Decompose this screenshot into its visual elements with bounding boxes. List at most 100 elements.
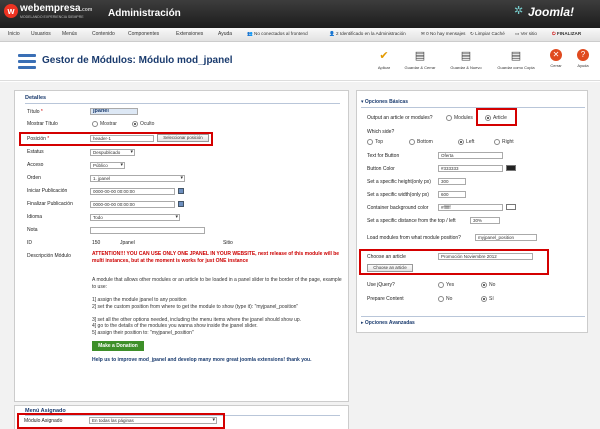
- distance-label: Set a specific distance from the top / l…: [367, 218, 456, 224]
- jquery-option-no: No: [489, 282, 496, 288]
- save-copy-icon: ▤: [510, 50, 522, 62]
- width-input[interactable]: 600: [438, 191, 466, 198]
- save-copy-button[interactable]: ▤ Guardar como Copia: [496, 49, 536, 70]
- description-intro: A module that allows other modules or an…: [92, 277, 342, 290]
- admin-header: w webempresa.com MODELANDO EXPERIENCIA S…: [0, 0, 600, 28]
- load-modules-label: Load modules from what module position?: [367, 235, 461, 241]
- prepare-radio-yes[interactable]: [481, 296, 487, 302]
- logo-tagline: MODELANDO EXPERIENCIA SIEMPRE: [20, 15, 84, 19]
- side-radio-top[interactable]: [367, 139, 373, 145]
- language-select[interactable]: Todo: [90, 214, 180, 221]
- module-assignment-select[interactable]: En todas las páginas: [89, 417, 217, 424]
- jquery-radio-yes[interactable]: [438, 282, 444, 288]
- select-position-button[interactable]: Seleccionar posición: [157, 134, 209, 142]
- details-divider: [25, 103, 340, 104]
- access-label: Acceso: [27, 162, 44, 168]
- menu-item-menus[interactable]: Menús: [62, 31, 77, 37]
- users-icon: 👥: [247, 31, 253, 36]
- distance-input[interactable]: 30%: [470, 217, 500, 224]
- position-input[interactable]: header-1: [90, 135, 154, 142]
- which-side-label: Which side?: [367, 129, 395, 135]
- apply-button[interactable]: ✔ Aplicar: [364, 49, 404, 70]
- load-modules-input[interactable]: myjpanel_position: [475, 234, 537, 241]
- show-title-option-hide: Oculto: [140, 121, 155, 127]
- status-frontend: 👥 No conectados al frontend: [247, 31, 308, 36]
- client-site: Sitio: [223, 240, 233, 246]
- donate-button[interactable]: Make a Donation: [92, 341, 144, 351]
- choose-article-input[interactable]: Promoción Noviembre 2012: [438, 253, 533, 260]
- refresh-icon: ↻: [470, 31, 474, 36]
- module-assignment-label: Módulo Asignado: [24, 418, 63, 424]
- view-site-link[interactable]: ▭ Ver sitio: [515, 31, 537, 37]
- save-close-button[interactable]: ▤ Guardar & Cerrar: [400, 49, 440, 70]
- module-name: Jpanel: [120, 240, 135, 246]
- menu-item-usuarios[interactable]: Usuarios: [31, 31, 51, 37]
- note-input[interactable]: [90, 227, 205, 234]
- menu-item-componentes[interactable]: Componentes: [128, 31, 159, 37]
- save-icon: ▤: [414, 50, 426, 62]
- button-color-swatch[interactable]: [506, 165, 516, 171]
- output-option-modules: Modules: [454, 115, 473, 121]
- height-input[interactable]: 300: [438, 178, 466, 185]
- menu-item-ayuda[interactable]: Ayuda: [218, 31, 232, 37]
- button-text-input[interactable]: Oferta: [438, 152, 503, 159]
- user-icon: 👤: [329, 31, 335, 36]
- output-option-article: Article: [493, 115, 507, 121]
- show-title-radio-show[interactable]: [92, 121, 98, 127]
- output-radio-article[interactable]: [485, 115, 491, 121]
- menu-item-extensiones[interactable]: Extensiones: [176, 31, 203, 37]
- menu-item-inicio[interactable]: Inicio: [8, 31, 20, 37]
- access-select[interactable]: Público: [90, 162, 125, 169]
- order-select[interactable]: 1. jpanel: [90, 175, 185, 182]
- description-label: Descripción Módulo: [27, 253, 71, 259]
- status-messages[interactable]: ✉ 0 No hay mensajes: [421, 31, 465, 37]
- jquery-option-yes: Yes: [446, 282, 455, 288]
- menu-item-contenido[interactable]: Contenido: [92, 31, 115, 37]
- prepare-radio-no[interactable]: [438, 296, 444, 302]
- joomla-logo-icon: ✲: [514, 5, 524, 17]
- mail-icon: ✉: [421, 31, 425, 36]
- start-publishing-input[interactable]: 0000-00-00 00:00:00: [90, 188, 175, 195]
- background-color-swatch[interactable]: [506, 204, 516, 210]
- prepare-option-no: No: [446, 296, 453, 302]
- output-radio-modules[interactable]: [446, 115, 452, 121]
- caret-down-icon: ▾: [361, 99, 364, 105]
- show-title-option-show: Mostrar: [100, 121, 117, 127]
- note-label: Nota: [27, 227, 38, 233]
- status-label: Estatus: [27, 149, 44, 155]
- logout-link[interactable]: ⏻ FINALIZAR: [552, 31, 581, 36]
- clear-cache-link[interactable]: ↻ Limpiar Caché: [470, 31, 505, 37]
- show-title-radio-hide[interactable]: [132, 121, 138, 127]
- side-radio-bottom[interactable]: [409, 139, 415, 145]
- button-color-input[interactable]: #333333: [438, 165, 503, 172]
- help-button[interactable]: ? Ayuda: [568, 49, 598, 68]
- close-icon: ✕: [550, 49, 562, 61]
- advanced-options-divider: [361, 316, 585, 317]
- save-new-icon: ▤: [460, 50, 472, 62]
- basic-options-toggle[interactable]: ▾ Opciones Básicas: [361, 99, 408, 105]
- background-color-input[interactable]: #ffffff: [438, 204, 503, 211]
- description-step: 5] assign their position to: "myjpanel_p…: [92, 329, 194, 336]
- side-radio-right[interactable]: [494, 139, 500, 145]
- monitor-icon: ▭: [515, 31, 520, 36]
- finish-publishing-label: Finalizar Publicación: [27, 201, 73, 207]
- title-input[interactable]: jpanel: [90, 108, 138, 115]
- close-button[interactable]: ✕ Cerrar: [541, 49, 571, 68]
- side-radio-left[interactable]: [458, 139, 464, 145]
- start-publishing-label: Iniciar Publicación: [27, 188, 68, 194]
- button-color-label: Button Color: [367, 166, 395, 172]
- help-icon: ?: [577, 49, 589, 61]
- choose-article-button[interactable]: Choose an article: [367, 264, 413, 272]
- finish-publishing-input[interactable]: 0000-00-00 00:00:00: [90, 201, 175, 208]
- calendar-icon[interactable]: [178, 188, 184, 194]
- side-option-left: Left: [466, 139, 475, 145]
- output-label: Output an article or modules?: [367, 115, 433, 121]
- save-new-button[interactable]: ▤ Guardar & Nuevo: [446, 49, 486, 70]
- jquery-radio-no[interactable]: [481, 282, 487, 288]
- choose-article-label: Choose an article: [367, 254, 406, 260]
- id-label: ID: [27, 240, 32, 246]
- advanced-options-toggle[interactable]: ▸ Opciones Avanzadas: [361, 320, 415, 326]
- check-icon: ✔: [379, 50, 389, 62]
- status-select[interactable]: Despublicado: [90, 149, 135, 156]
- calendar-icon[interactable]: [178, 201, 184, 207]
